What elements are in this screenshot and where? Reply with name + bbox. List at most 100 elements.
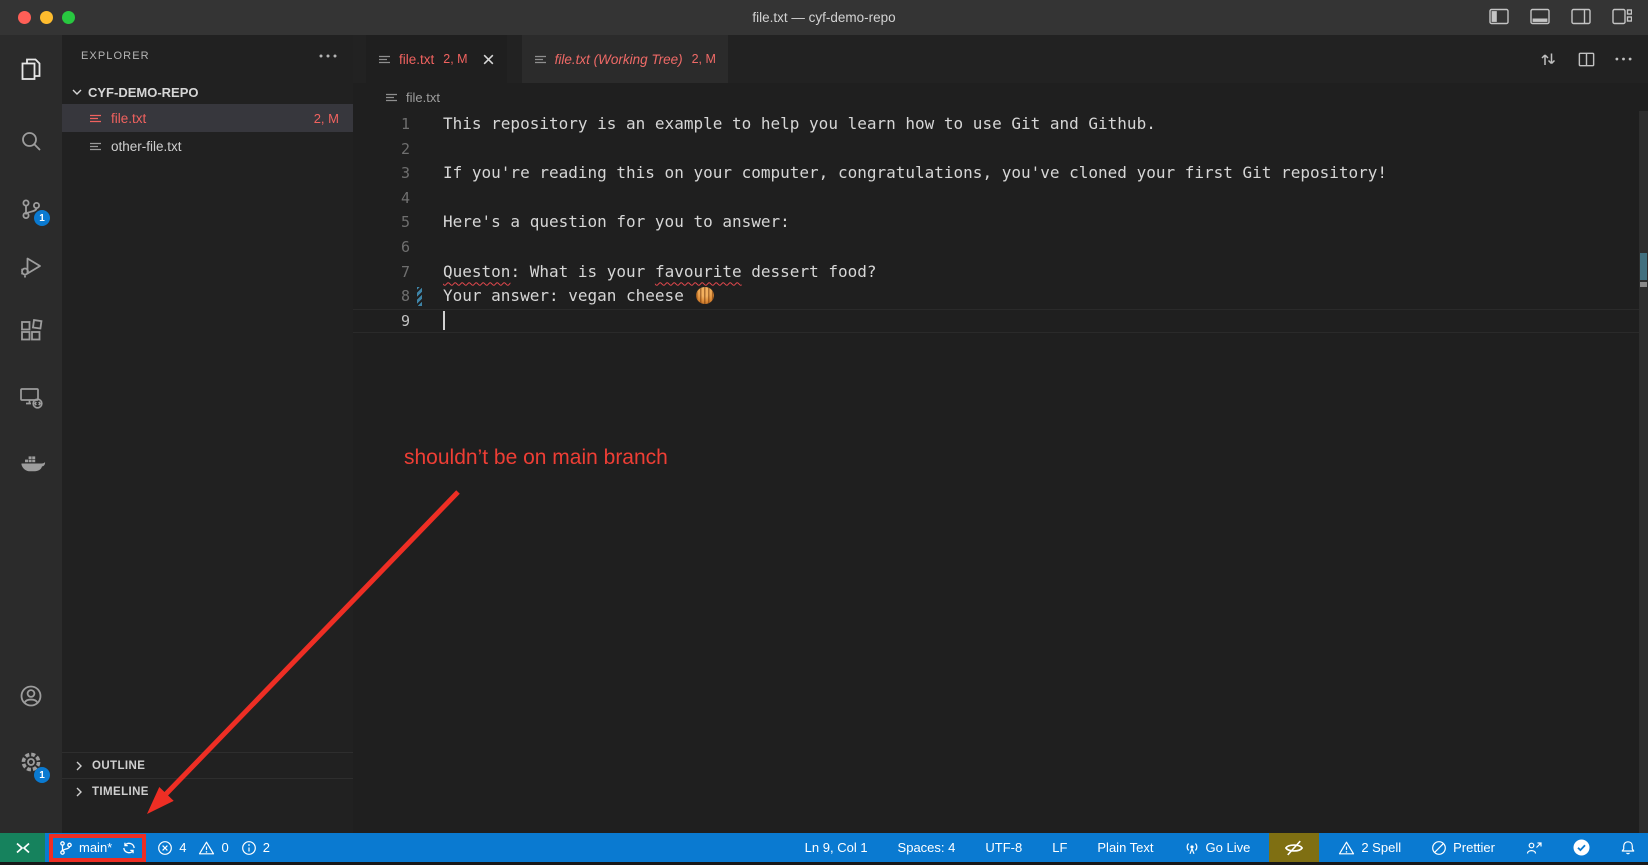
- sidebar-title: EXPLORER: [81, 50, 150, 62]
- code-line-text: [410, 235, 443, 260]
- code-line[interactable]: 3If you're reading this on your computer…: [353, 161, 1648, 186]
- tab-label: file.txt: [399, 52, 434, 67]
- spell-label: 2 Spell: [1361, 840, 1401, 855]
- run-and-debug-icon[interactable]: [17, 252, 45, 280]
- code-line[interactable]: 7Queston: What is your favourite dessert…: [353, 260, 1648, 285]
- toggle-secondary-sidebar-icon[interactable]: [1571, 8, 1591, 25]
- code-line[interactable]: 1This repository is an example to help y…: [353, 112, 1648, 137]
- eye-off-icon: [1284, 838, 1304, 858]
- chevron-right-icon: [71, 758, 87, 774]
- file-row-file-txt[interactable]: file.txt 2, M: [62, 104, 353, 132]
- search-icon[interactable]: [17, 127, 45, 155]
- indentation-status-item[interactable]: Spaces: 4: [883, 833, 971, 862]
- open-changes-icon[interactable]: [1538, 49, 1558, 69]
- code-line-text: Queston: What is your favourite dessert …: [410, 260, 877, 285]
- outline-label: OUTLINE: [92, 760, 145, 772]
- status-bar: main* 4 0 2: [0, 833, 1648, 862]
- prettier-label: Prettier: [1453, 840, 1495, 855]
- source-control-badge: 1: [34, 210, 50, 226]
- cursor-position-status-item[interactable]: Ln 9, Col 1: [790, 833, 883, 862]
- file-row-other-file-txt[interactable]: other-file.txt: [62, 132, 353, 160]
- editor-scrollbar[interactable]: [1639, 111, 1648, 833]
- outline-section[interactable]: OUTLINE: [62, 752, 353, 779]
- code-line-text: [410, 186, 443, 211]
- spelling-error: Queston: [443, 262, 510, 281]
- error-icon: [157, 840, 173, 856]
- code-line-text: Here's a question for you to answer:: [410, 210, 790, 235]
- line-number: 2: [353, 137, 410, 162]
- tab-label: file.txt (Working Tree): [555, 52, 683, 67]
- explorer-icon[interactable]: [17, 55, 45, 83]
- breadcrumb[interactable]: file.txt: [353, 83, 1648, 111]
- timeline-section[interactable]: TIMELINE: [62, 778, 353, 805]
- activity-bar: 1: [0, 35, 62, 833]
- line-number: 9: [353, 309, 410, 334]
- broadcast-icon: [1184, 840, 1200, 856]
- problems-status-item[interactable]: 4 0 2: [157, 840, 276, 856]
- window-title: file.txt — cyf-demo-repo: [0, 0, 1648, 35]
- check-circle-icon: [1573, 839, 1590, 856]
- prettier-status-item[interactable]: Prettier: [1416, 833, 1510, 862]
- breadcrumb-file: file.txt: [406, 90, 440, 105]
- chevron-right-icon: [71, 784, 87, 800]
- prettier-disabled-icon: [1431, 840, 1447, 856]
- remote-indicator[interactable]: [0, 833, 45, 862]
- title-bar: file.txt — cyf-demo-repo: [0, 0, 1648, 36]
- text-file-icon: [534, 53, 548, 66]
- code-line[interactable]: 6: [353, 235, 1648, 260]
- code-line[interactable]: 4: [353, 186, 1648, 211]
- overview-modified-marker: [1640, 253, 1647, 280]
- code-line-text: Your answer: vegan cheese: [410, 284, 714, 309]
- code-line[interactable]: 9: [353, 309, 1648, 334]
- file-name: other-file.txt: [111, 139, 182, 154]
- eol-status-item[interactable]: LF: [1037, 833, 1082, 862]
- remote-explorer-icon[interactable]: [17, 383, 45, 411]
- encoding-status-item[interactable]: UTF-8: [970, 833, 1037, 862]
- file-problems-badge: 2, M: [314, 111, 339, 126]
- customize-layout-icon[interactable]: [1612, 8, 1632, 25]
- text-file-icon: [89, 112, 103, 125]
- docker-icon[interactable]: [17, 449, 45, 477]
- code-line[interactable]: 5Here's a question for you to answer:: [353, 210, 1648, 235]
- notifications-status-item[interactable]: [1605, 833, 1648, 862]
- code-lines: 1This repository is an example to help y…: [353, 111, 1648, 333]
- folder-section-header[interactable]: CYF-DEMO-REPO: [62, 80, 353, 104]
- extensions-icon[interactable]: [17, 317, 45, 345]
- more-actions-icon[interactable]: [1615, 56, 1632, 62]
- text-file-icon: [385, 91, 399, 104]
- language-mode-status-item[interactable]: Plain Text: [1082, 833, 1168, 862]
- go-live-status-item[interactable]: Go Live: [1169, 833, 1266, 862]
- info-count: 2: [263, 840, 270, 855]
- explorer-more-actions-icon[interactable]: [319, 53, 337, 59]
- timeline-label: TIMELINE: [92, 786, 149, 798]
- toggle-panel-icon[interactable]: [1530, 8, 1550, 25]
- spell-checker-status-item[interactable]: 2 Spell: [1323, 833, 1416, 862]
- code-line[interactable]: 2: [353, 137, 1648, 162]
- close-tab-icon[interactable]: [482, 53, 495, 66]
- error-count: 4: [179, 840, 186, 855]
- tab-bar: file.txt 2, M file.txt (Working Tree) 2,…: [353, 35, 1648, 83]
- text-file-icon: [378, 53, 392, 66]
- go-live-label: Go Live: [1206, 840, 1251, 855]
- vscode-window: file.txt — cyf-demo-repo: [0, 0, 1648, 865]
- line-number: 7: [353, 260, 410, 285]
- text-cursor: [443, 311, 445, 330]
- feedback-status-item[interactable]: [1510, 833, 1558, 862]
- tab-file-txt-working-tree[interactable]: file.txt (Working Tree) 2, M: [522, 35, 728, 83]
- toggle-primary-sidebar-icon[interactable]: [1489, 8, 1509, 25]
- warning-icon: [198, 840, 215, 856]
- overview-ruler-chip: [1640, 282, 1647, 287]
- explorer-sidebar: EXPLORER CYF-DEMO-REPO file.txt 2, M oth…: [62, 35, 354, 833]
- code-line-text: [410, 137, 443, 162]
- line-number: 8: [353, 284, 410, 309]
- split-editor-icon[interactable]: [1577, 50, 1596, 69]
- pie-emoji: [696, 287, 714, 304]
- accounts-icon[interactable]: [17, 682, 45, 710]
- code-line[interactable]: 8Your answer: vegan cheese: [353, 284, 1648, 309]
- hidden-items-status-item[interactable]: [1269, 833, 1319, 862]
- check-status-item[interactable]: [1558, 833, 1605, 862]
- tab-file-txt[interactable]: file.txt 2, M: [366, 35, 507, 83]
- person-feedback-icon: [1525, 840, 1543, 856]
- line-number: 6: [353, 235, 410, 260]
- annotation-highlight-box: [49, 834, 146, 862]
